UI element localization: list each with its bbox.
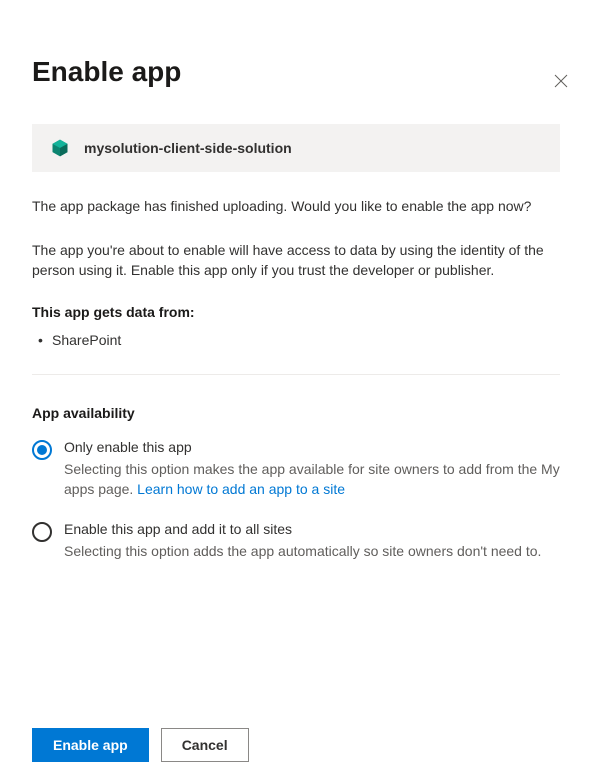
radio-only-enable-label: Only enable this app — [64, 439, 560, 455]
dialog-footer: Enable app Cancel — [32, 728, 249, 762]
data-source-item: SharePoint — [32, 330, 560, 350]
radio-all-sites-content: Enable this app and add it to all sites … — [64, 521, 560, 561]
package-bar: mysolution-client-side-solution — [32, 124, 560, 172]
radio-all-sites-label: Enable this app and add it to all sites — [64, 521, 560, 537]
radio-all-sites-desc: Selecting this option adds the app autom… — [64, 541, 560, 561]
radio-only-enable[interactable] — [32, 440, 52, 460]
radio-all-sites[interactable] — [32, 522, 52, 542]
package-icon — [50, 138, 70, 158]
data-sources-label: This app gets data from: — [32, 304, 560, 320]
trust-text: The app you're about to enable will have… — [32, 240, 560, 280]
close-icon — [554, 74, 568, 88]
radio-only-enable-content: Only enable this app Selecting this opti… — [64, 439, 560, 499]
learn-add-app-link[interactable]: Learn how to add an app to a site — [137, 481, 345, 497]
radio-option-all-sites[interactable]: Enable this app and add it to all sites … — [32, 521, 560, 561]
close-button[interactable] — [554, 74, 570, 90]
package-name: mysolution-client-side-solution — [84, 140, 292, 156]
divider — [32, 374, 560, 375]
intro-text: The app package has finished uploading. … — [32, 196, 560, 216]
availability-section: App availability Only enable this app Se… — [32, 405, 560, 561]
radio-option-only-enable[interactable]: Only enable this app Selecting this opti… — [32, 439, 560, 499]
dialog-title: Enable app — [32, 56, 560, 88]
radio-only-enable-desc: Selecting this option makes the app avai… — [64, 459, 560, 499]
enable-app-button[interactable]: Enable app — [32, 728, 149, 762]
data-sources-list: SharePoint — [32, 330, 560, 350]
availability-title: App availability — [32, 405, 560, 421]
radio-all-sites-desc-text: Selecting this option adds the app autom… — [64, 543, 541, 559]
cancel-button[interactable]: Cancel — [161, 728, 249, 762]
